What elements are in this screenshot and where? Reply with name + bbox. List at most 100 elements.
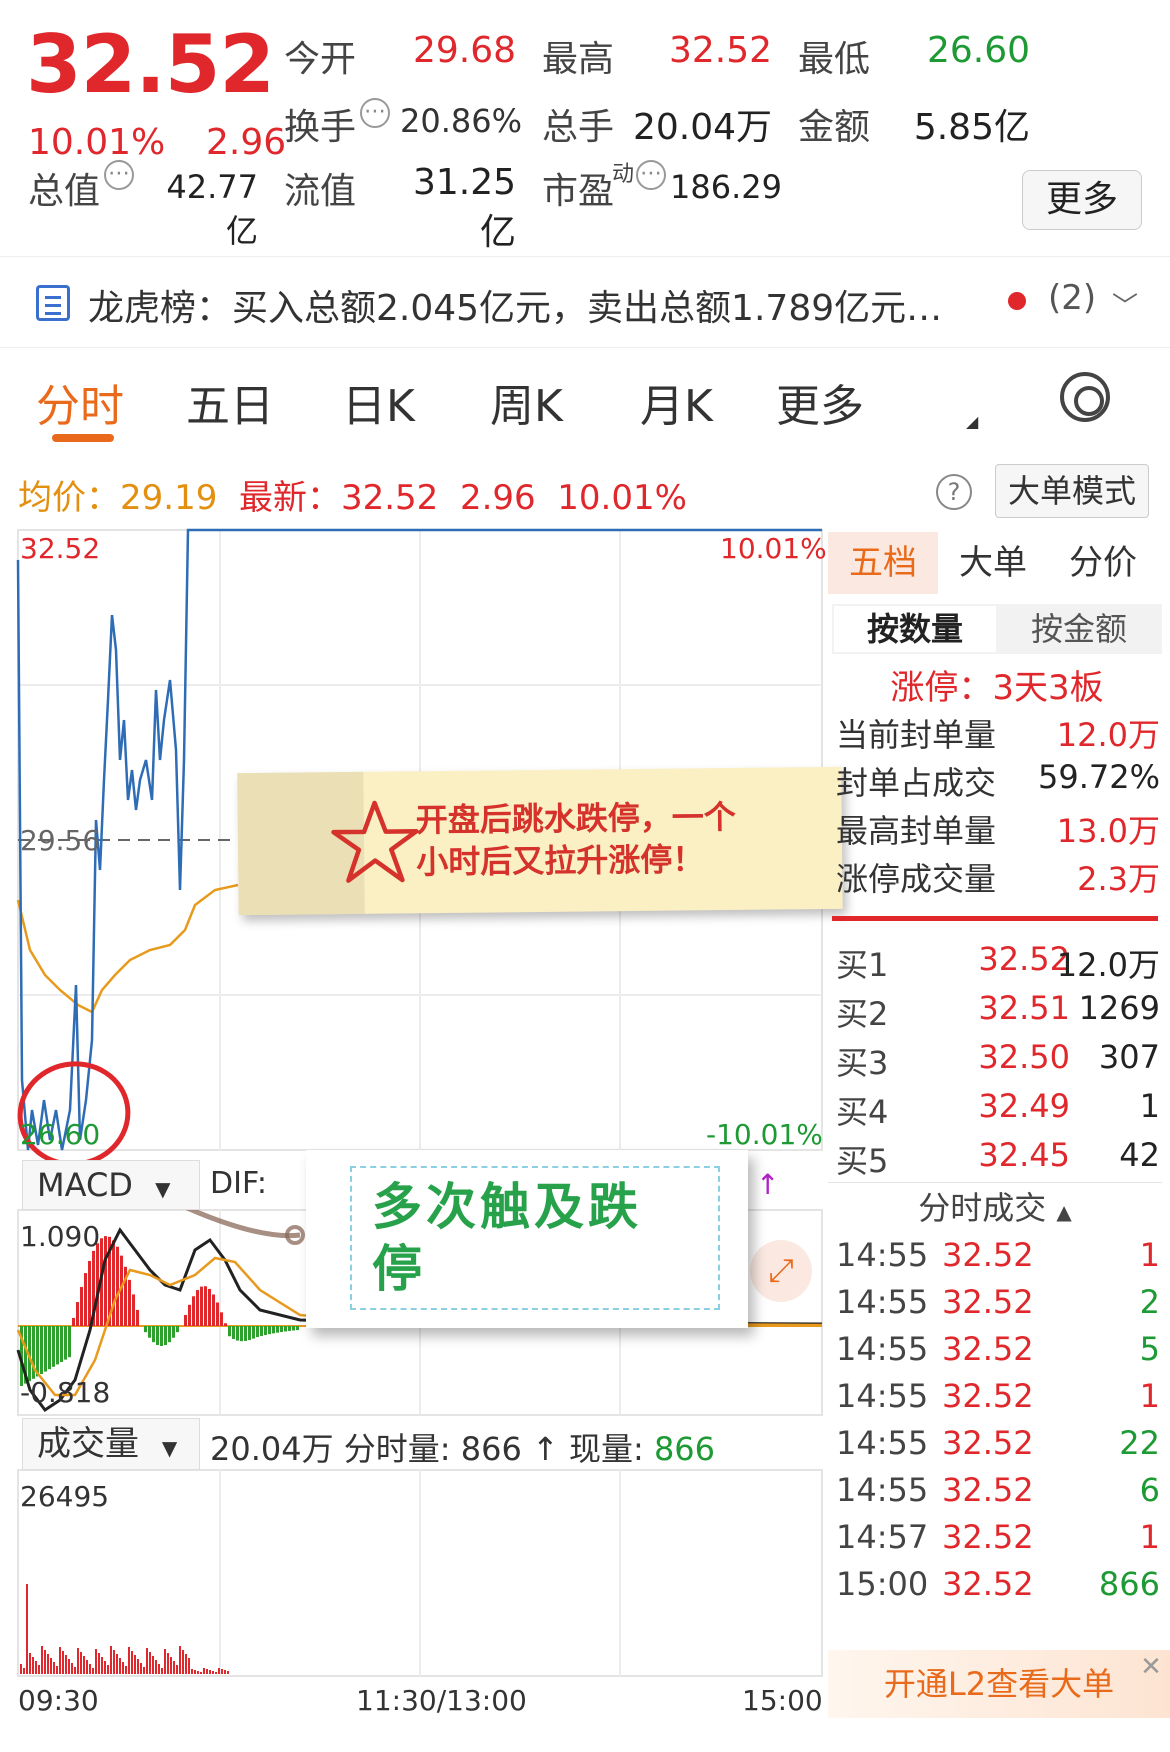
macd-bar	[292, 1326, 295, 1331]
y-mid-label: 29.56	[20, 824, 101, 857]
tick-qty: 1	[1139, 1518, 1160, 1556]
volume-select[interactable]: 成交量 ▼	[22, 1418, 200, 1470]
tick-qty: 6	[1139, 1471, 1160, 1509]
tab-by-amount[interactable]: 按金额	[998, 606, 1160, 652]
tick-row: 14:55 32.52 22	[836, 1424, 1160, 1474]
note2-border: 多次触及跌 停	[350, 1166, 720, 1310]
tick-time: 14:55	[836, 1330, 929, 1368]
volume-bar	[122, 1662, 124, 1674]
macd-bar	[264, 1326, 267, 1336]
indicator-select[interactable]: MACD ▼	[22, 1160, 200, 1210]
macd-bar	[80, 1286, 83, 1326]
macd-bar	[244, 1326, 247, 1341]
tick-row: 14:55 32.52 1	[836, 1236, 1160, 1286]
tick-time: 14:55	[836, 1424, 929, 1462]
tick-qty: 22	[1119, 1424, 1160, 1462]
volume-bar	[32, 1657, 34, 1674]
volume-bar	[56, 1666, 58, 1674]
tab-five-levels[interactable]: 五档	[828, 532, 938, 594]
macd-bar	[256, 1326, 259, 1338]
y-bottom-label: 26.60	[20, 1118, 101, 1151]
tick-qty: 866	[1098, 1565, 1160, 1603]
x-end-label: 15:00	[742, 1684, 823, 1717]
bid-label: 买1	[836, 946, 889, 984]
volume-bar	[125, 1666, 127, 1674]
macd-bar	[232, 1326, 235, 1339]
macd-bar	[40, 1326, 43, 1374]
expand-icon[interactable]: ⤢	[750, 1240, 812, 1302]
tick-price: 32.52	[942, 1518, 1034, 1556]
volume-bar	[194, 1670, 196, 1674]
tab-by-quantity[interactable]: 按数量	[834, 606, 996, 652]
tick-time: 15:00	[836, 1565, 929, 1603]
close-icon[interactable]: ✕	[1136, 1652, 1166, 1682]
volume-bar	[218, 1668, 220, 1674]
note2-text: 多次触及跌 停	[372, 1177, 642, 1298]
volume-bar	[59, 1647, 61, 1674]
tick-trades-header[interactable]: 分时成交 ▲	[828, 1182, 1162, 1232]
indicator-select-label: MACD	[37, 1166, 133, 1204]
macd-bar	[192, 1296, 195, 1326]
macd-bar	[48, 1326, 51, 1370]
volume-bar	[137, 1659, 139, 1674]
tick-row: 14:55 32.52 2	[836, 1283, 1160, 1333]
tick-price: 32.52	[942, 1283, 1034, 1321]
tick-time: 14:57	[836, 1518, 929, 1556]
volume-bar	[227, 1671, 229, 1674]
tick-row: 14:55 32.52 5	[836, 1330, 1160, 1380]
volume-bar	[80, 1652, 82, 1674]
bid-qty: 1269	[1078, 989, 1160, 1027]
tab-price-dist[interactable]: 分价	[1048, 532, 1158, 594]
volume-bar	[29, 1653, 31, 1674]
macd-bar	[72, 1317, 75, 1326]
tick-qty: 5	[1139, 1330, 1160, 1368]
tick-time: 14:55	[836, 1471, 929, 1509]
dropdown-arrow-icon: ▼	[155, 1177, 171, 1201]
volume-bar	[104, 1661, 106, 1674]
bid-row: 买3 32.50 307	[836, 1038, 1160, 1086]
macd-bar	[200, 1286, 203, 1326]
volume-bar	[107, 1665, 109, 1674]
bid-qty: 42	[1119, 1136, 1160, 1174]
macd-bar	[224, 1323, 227, 1326]
limit-up-title: 涨停：3天3板	[890, 668, 1104, 708]
tick-price: 32.52	[942, 1471, 1034, 1509]
x-start-label: 09:30	[18, 1684, 99, 1717]
volume-bar	[170, 1657, 172, 1674]
volume-bar	[203, 1668, 205, 1674]
x-mid-label: 11:30/13:00	[356, 1684, 527, 1717]
volume-bar	[38, 1665, 40, 1674]
volume-bar	[146, 1648, 148, 1674]
volume-bar	[65, 1655, 67, 1674]
volume-bar	[47, 1654, 49, 1674]
macd-bar	[76, 1302, 79, 1326]
volume-bar	[188, 1658, 190, 1674]
stat-label: 当前封单量	[836, 716, 997, 754]
bid-price: 32.52	[978, 940, 1070, 978]
volume-bar	[20, 1664, 22, 1674]
tick-price: 32.52	[942, 1330, 1034, 1368]
up-arrow-icon: ↑	[756, 1168, 780, 1201]
macd-bar	[220, 1312, 223, 1326]
macd-top-label: 1.090	[20, 1220, 101, 1253]
volume-bar	[44, 1650, 46, 1674]
volume-bar	[128, 1647, 130, 1674]
bid-price: 32.45	[978, 1136, 1070, 1174]
volume-bar	[221, 1669, 223, 1674]
macd-bar	[84, 1273, 87, 1326]
volume-bar	[206, 1669, 208, 1674]
macd-bar	[116, 1246, 119, 1326]
macd-bar	[44, 1326, 47, 1372]
stat-value: 12.0万	[1056, 716, 1160, 754]
l2-upgrade-banner[interactable]: 开通L2查看大单	[828, 1650, 1170, 1718]
volume-bar	[23, 1668, 25, 1674]
macd-bar	[148, 1326, 151, 1338]
volume-bar	[74, 1667, 76, 1674]
order-book-tabs: 五档 大单 分价	[828, 532, 1162, 594]
macd-bar	[160, 1326, 163, 1346]
tick-row: 14:57 32.52 1	[836, 1518, 1160, 1568]
volume-bar	[71, 1663, 73, 1674]
tick-qty: 2	[1139, 1283, 1160, 1321]
bid-price: 32.51	[978, 989, 1070, 1027]
tab-big-orders[interactable]: 大单	[938, 532, 1048, 594]
